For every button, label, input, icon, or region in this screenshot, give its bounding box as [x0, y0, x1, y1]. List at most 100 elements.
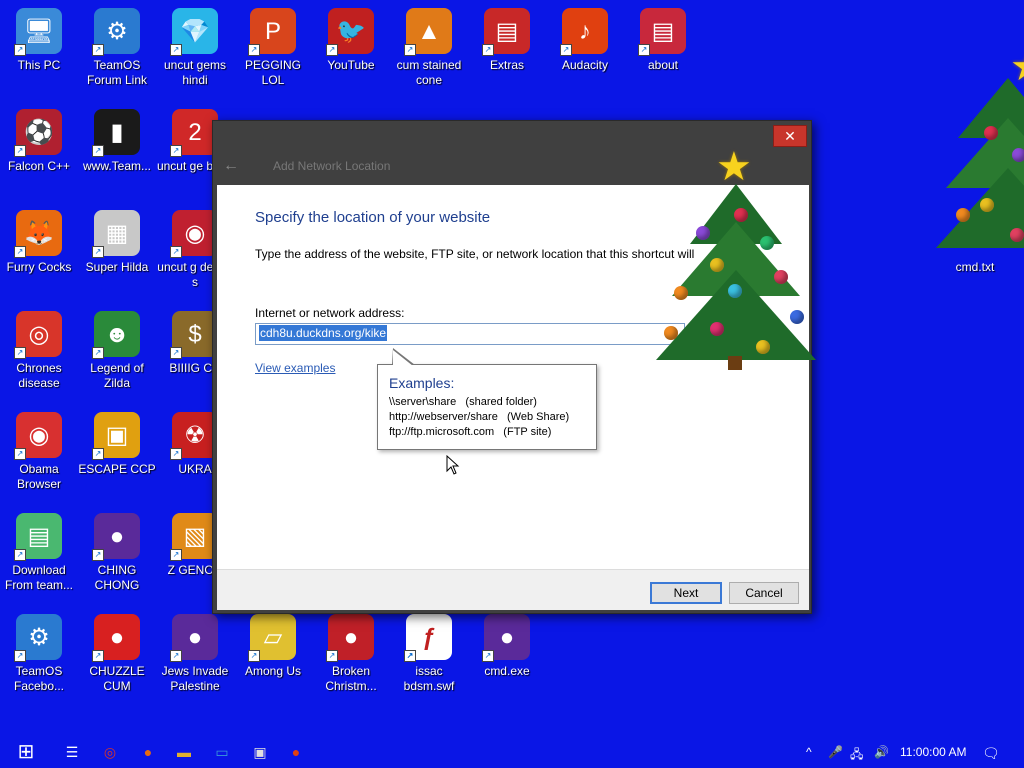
uncut-gems-hindi-icon[interactable]: 💎 ↗ uncut gems hindi	[156, 8, 234, 88]
address-value: cdh8u.duckdns.org/kike	[259, 325, 388, 341]
address-input[interactable]: cdh8u.duckdns.org/kike	[255, 323, 685, 345]
desktop-icon-label: PEGGING LOL	[244, 58, 301, 87]
youtube-icon[interactable]: 🐦 ↗ YouTube	[312, 8, 390, 73]
window-taskbar-icon[interactable]: ▭	[210, 740, 234, 764]
escape-ccp-icon[interactable]: ▣ ↗ ESCAPE CCP	[78, 412, 156, 477]
desktop-icon-label: ESCAPE CCP	[78, 462, 156, 476]
legend-of-zilda-icon[interactable]: ☻ ↗ Legend of Zilda	[78, 311, 156, 391]
shortcut-arrow-icon: ↗	[560, 44, 572, 56]
among-us-icon[interactable]: ▱ ↗ Among Us	[234, 614, 312, 679]
shortcut-arrow-icon: ↗	[170, 246, 182, 258]
shortcut-arrow-icon: ↗	[14, 549, 26, 561]
furry-cocks-icon[interactable]: 🦊 ↗ Furry Cocks	[0, 210, 78, 275]
microphone-icon[interactable]: 🎤	[828, 745, 843, 759]
back-arrow-icon[interactable]: ←	[223, 157, 239, 175]
shortcut-arrow-icon: ↗	[92, 145, 104, 157]
teamos-exe-graphic-icon: ▮ ↗	[92, 109, 140, 157]
chuzzle-cum-icon[interactable]: ● ↗ CHUZZLE CUM	[78, 614, 156, 694]
falcon-cpp-icon[interactable]: ⚽ ↗ Falcon C++	[0, 109, 78, 174]
next-button[interactable]: Next	[650, 582, 722, 604]
chrome-disease-graphic-icon: ◎ ↗	[14, 311, 62, 359]
shortcut-arrow-icon: ↗	[170, 347, 182, 359]
ching-chong-icon[interactable]: ● ↗ CHING CHONG	[78, 513, 156, 593]
shortcut-arrow-icon: ↗	[14, 347, 26, 359]
shortcut-arrow-icon: ↗	[326, 650, 338, 662]
pegging-lol-icon[interactable]: P ↗ PEGGING LOL	[234, 8, 312, 88]
escape-ccp-graphic-icon: ▣ ↗	[92, 412, 140, 460]
jews-invade-palestine-graphic-icon: ● ↗	[170, 614, 218, 662]
shortcut-arrow-icon: ↗	[92, 448, 104, 460]
obama-browser-icon[interactable]: ◉ ↗ Obama Browser	[0, 412, 78, 492]
teamos-facebook-graphic-icon: ⚙ ↗	[14, 614, 62, 662]
cum-stained-cone-icon[interactable]: ▲ ↗ cum stained cone	[390, 8, 468, 88]
desktop-icon-label: Broken Christm...	[325, 664, 377, 693]
volume-icon[interactable]: 🔊	[874, 745, 889, 759]
network-icon[interactable]: 🖧	[850, 745, 863, 766]
close-button[interactable]: ✕	[773, 125, 807, 147]
desktop-icon-label: Among Us	[244, 664, 302, 678]
this-pc-icon[interactable]: 🖥 ↗ This PC	[0, 8, 78, 73]
desktop-icon-label: This PC	[17, 58, 61, 72]
download-from-team-graphic-icon: ▤ ↗	[14, 513, 62, 561]
tooltip-tail-fill	[393, 350, 413, 366]
clock[interactable]: 11:00:00 AM	[900, 745, 967, 759]
dialog-footer: Next Cancel	[217, 569, 809, 610]
about-icon[interactable]: ▤ ↗ about	[624, 8, 702, 73]
broken-christmas-icon[interactable]: ● ↗ Broken Christm...	[312, 614, 390, 694]
chuzzle-cum-graphic-icon: ● ↗	[92, 614, 140, 662]
broken-christmas-graphic-icon: ● ↗	[326, 614, 374, 662]
notification-icon[interactable]: 🗨	[982, 745, 1000, 762]
teamos-facebook-icon[interactable]: ⚙ ↗ TeamOS Facebo...	[0, 614, 78, 694]
super-hilda-icon[interactable]: ▦ ↗ Super Hilda	[78, 210, 156, 275]
shortcut-arrow-icon: ↗	[14, 448, 26, 460]
cum-stained-cone-graphic-icon: ▲ ↗	[404, 8, 452, 56]
ching-chong-graphic-icon: ● ↗	[92, 513, 140, 561]
cmd-txt-icon[interactable]: cmd.txt	[936, 260, 1014, 275]
dialog-title: Add Network Location	[273, 159, 391, 173]
shortcut-arrow-icon: ↗	[326, 44, 338, 56]
file-explorer-taskbar-icon[interactable]: ▬	[172, 740, 196, 764]
issac-bdsm-swf-graphic-icon: ƒ ↗	[404, 614, 452, 662]
audacity-icon[interactable]: ♪ ↗ Audacity	[546, 8, 624, 73]
taskbar: ⊞ ☰ ◎ ● ▬ ▭ ▣ ● ^ 🎤 🖧 🔊 11:00:00 AM 🗨	[0, 736, 1024, 768]
desktop-icon-label: TeamOS Facebo...	[13, 664, 65, 693]
cmd-exe-icon[interactable]: ● ↗ cmd.exe	[468, 614, 546, 679]
desktop-icon-label: cmd.exe	[484, 664, 530, 678]
cancel-button[interactable]: Cancel	[729, 582, 799, 604]
teamos-forum-link-icon[interactable]: ⚙ ↗ TeamOS Forum Link	[78, 8, 156, 88]
shortcut-arrow-icon: ↗	[170, 44, 182, 56]
shortcut-arrow-icon: ↗	[170, 650, 182, 662]
desktop-icon-label: Obama Browser	[16, 462, 61, 491]
teamos-forum-link-graphic-icon: ⚙ ↗	[92, 8, 140, 56]
super-hilda-graphic-icon: ▦ ↗	[92, 210, 140, 258]
shortcut-arrow-icon: ↗	[248, 44, 260, 56]
shortcut-arrow-icon: ↗	[92, 650, 104, 662]
firefox-taskbar-icon[interactable]: ●	[136, 740, 160, 764]
desktop-icon-label: Jews Invade Palestine	[161, 664, 229, 693]
teamos-exe-icon[interactable]: ▮ ↗ www.Team...	[78, 109, 156, 174]
extras-graphic-icon: ▤ ↗	[482, 8, 530, 56]
desktop-icon-label: CHUZZLE CUM	[89, 664, 145, 693]
shortcut-arrow-icon: ↗	[638, 44, 650, 56]
shortcut-arrow-icon: ↗	[14, 44, 26, 56]
tooltip-line: ftp://ftp.microsoft.com (FTP site)	[389, 426, 552, 438]
network-location-taskbar-icon[interactable]: ▣	[248, 740, 272, 764]
chrome-disease-icon[interactable]: ◎ ↗ Chrones disease	[0, 311, 78, 391]
start-button[interactable]: ⊞	[10, 740, 42, 764]
shortcut-arrow-icon: ↗	[170, 549, 182, 561]
extras-icon[interactable]: ▤ ↗ Extras	[468, 8, 546, 73]
christmas-tree-decoration-right: ★	[936, 45, 1024, 268]
chrome-taskbar-icon[interactable]: ◎	[98, 740, 122, 764]
download-from-team-icon[interactable]: ▤ ↗ Download From team...	[0, 513, 78, 593]
task-view-icon[interactable]: ☰	[60, 740, 84, 764]
issac-bdsm-swf-icon[interactable]: ƒ ↗ issac bdsm.swf	[390, 614, 468, 694]
jews-invade-palestine-icon[interactable]: ● ↗ Jews Invade Palestine	[156, 614, 234, 694]
desktop-icon-label: YouTube	[327, 58, 375, 72]
shortcut-arrow-icon: ↗	[248, 650, 260, 662]
tray-chevron-icon[interactable]: ^	[806, 745, 812, 759]
tooltip-line: http://webserver/share (Web Share)	[389, 411, 570, 423]
view-examples-link[interactable]: View examples	[255, 361, 335, 375]
legend-of-zilda-graphic-icon: ☻ ↗	[92, 311, 140, 359]
shortcut-arrow-icon: ↗	[404, 650, 416, 662]
audacity-taskbar-icon[interactable]: ●	[284, 740, 308, 764]
